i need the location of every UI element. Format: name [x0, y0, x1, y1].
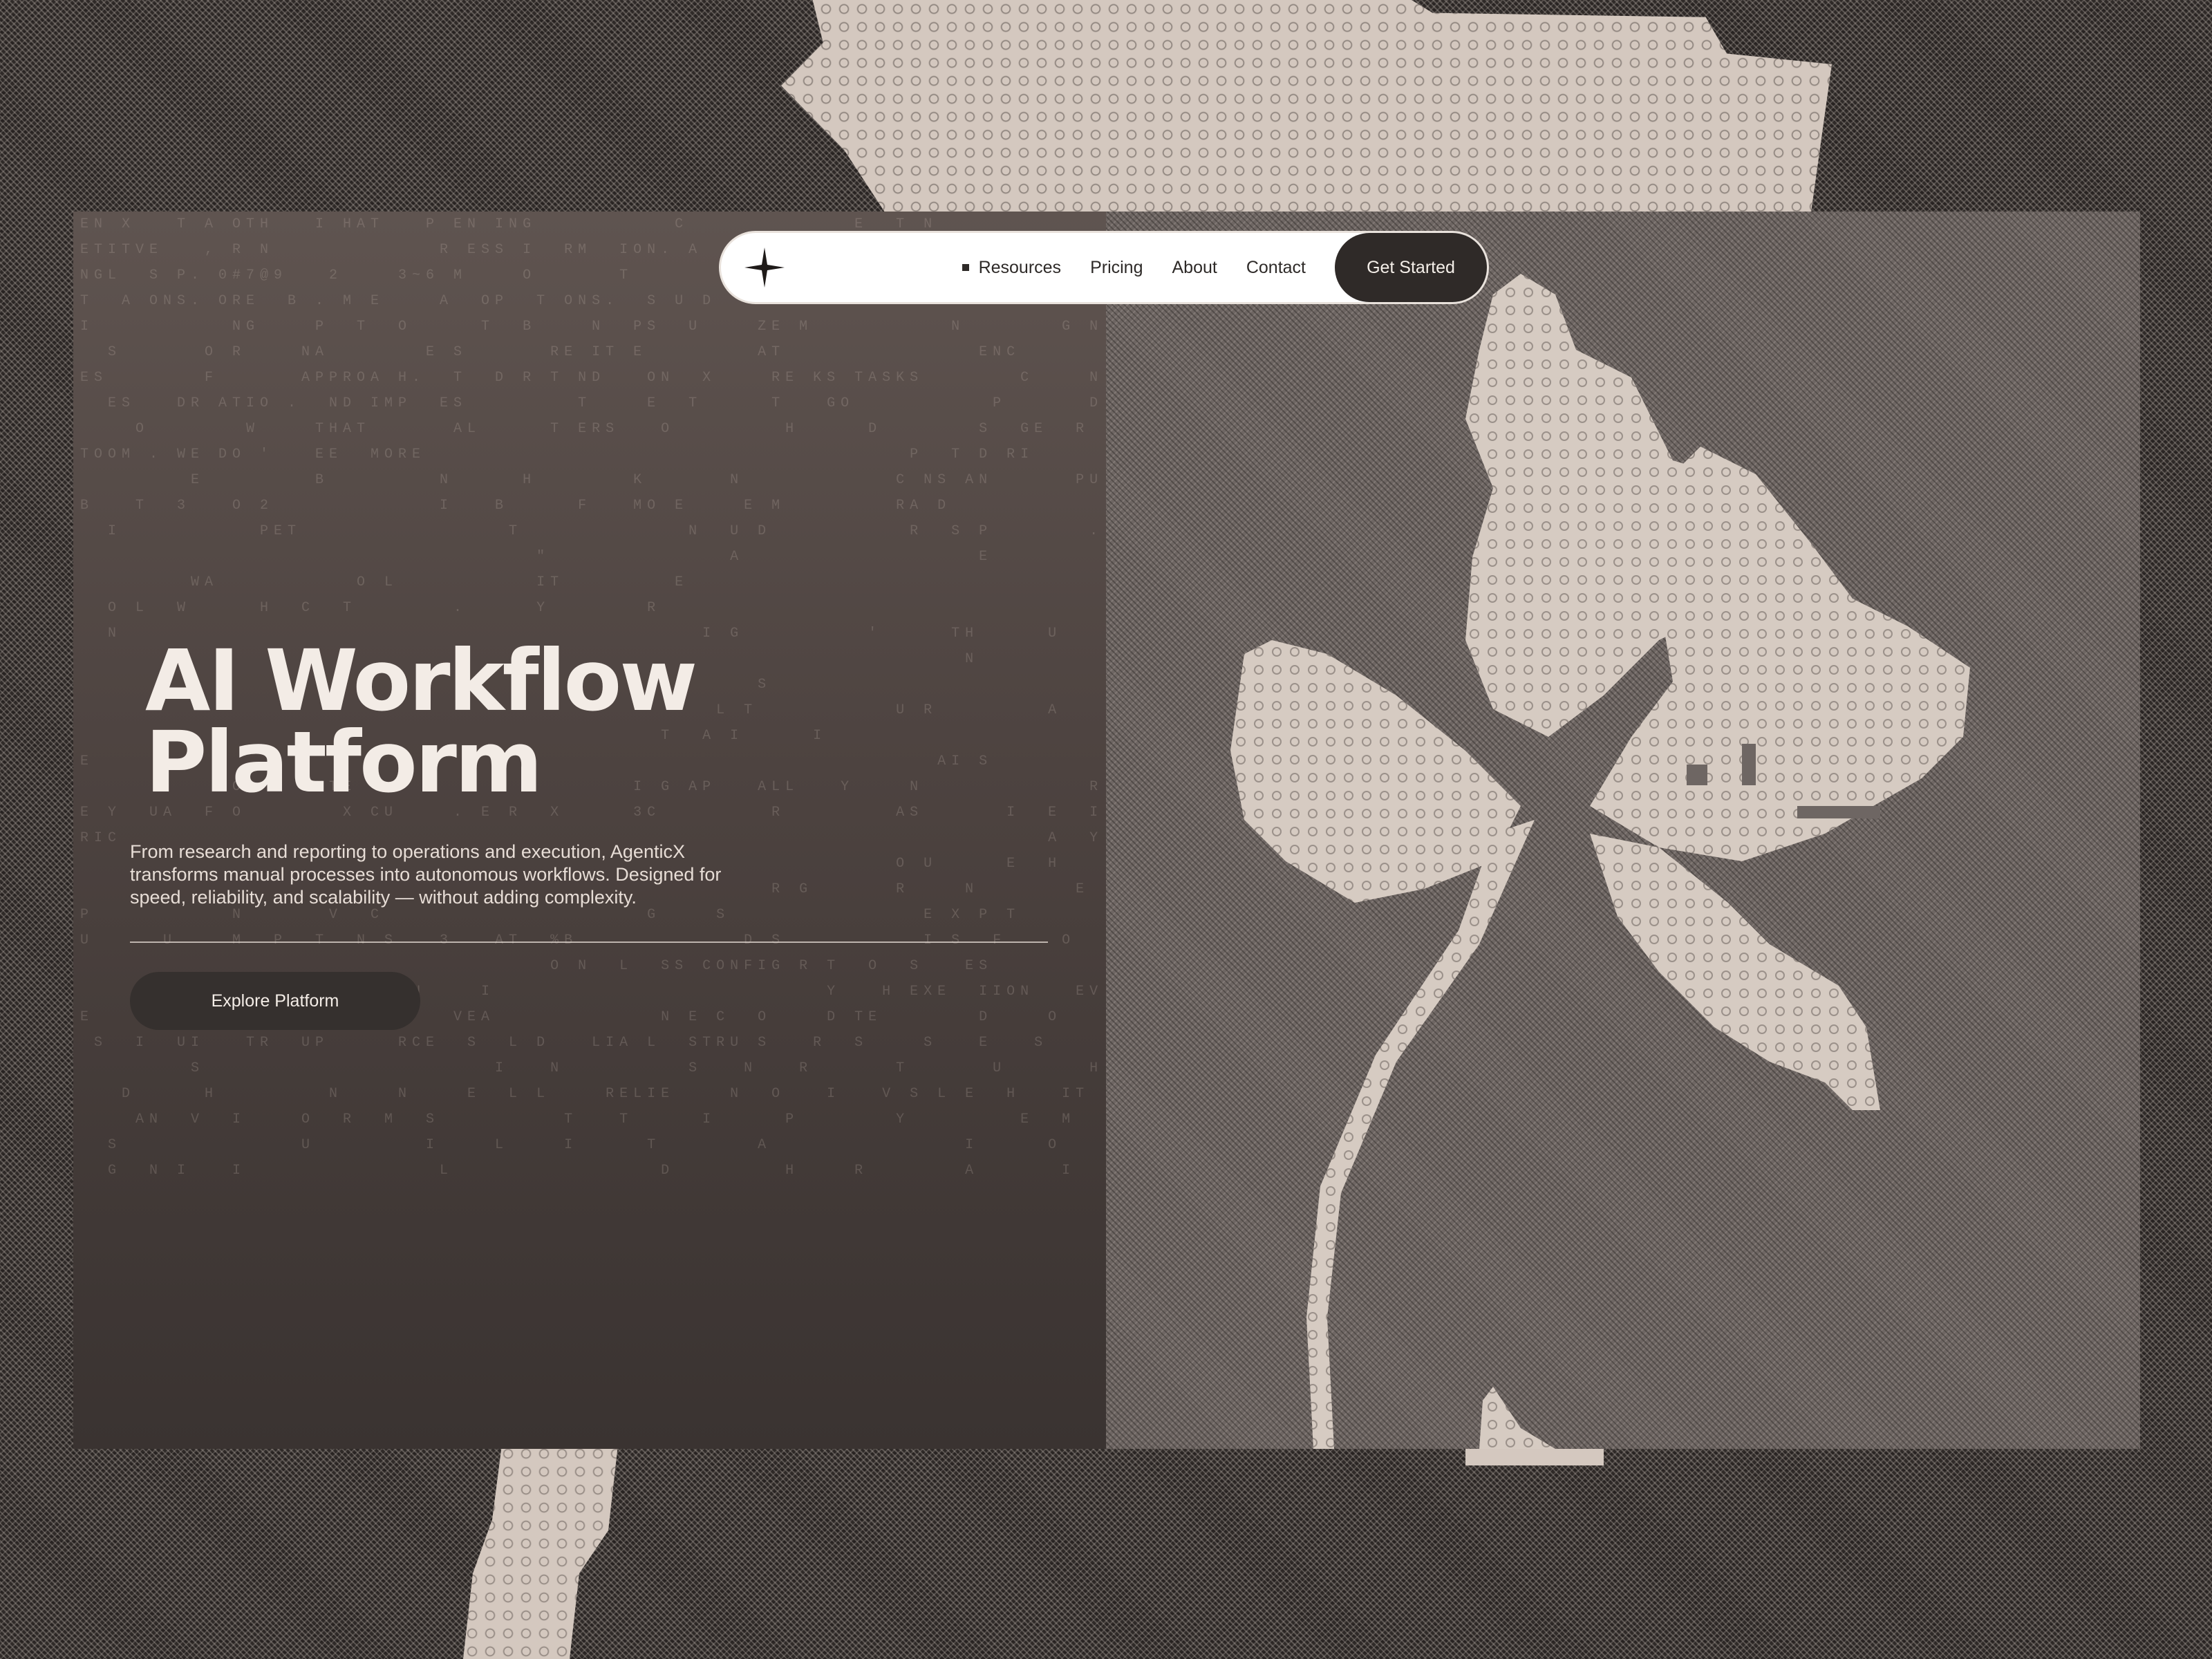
flower-fragment-bottom — [463, 1445, 618, 1659]
hero-left-panel: EN X T A OTH I HAT P EN ING C E T N O D … — [73, 212, 1106, 1449]
square-bullet-icon — [962, 264, 969, 271]
explore-platform-button[interactable]: Explore Platform — [130, 972, 420, 1030]
hero-image-panel — [1106, 212, 2140, 1449]
top-navbar: Resources Pricing About Contact Get Star… — [719, 231, 1489, 304]
divider-line — [130, 941, 1048, 943]
nav-item-resources[interactable]: Resources — [962, 257, 1062, 278]
nav-item-contact[interactable]: Contact — [1246, 258, 1306, 278]
nav-item-pricing[interactable]: Pricing — [1090, 258, 1143, 278]
hero-title: AI Workflow Platform — [145, 632, 697, 812]
hero-card: EN X T A OTH I HAT P EN ING C E T N O D … — [73, 212, 2140, 1449]
nav-item-label: Resources — [978, 257, 1062, 277]
hero-description: From research and reporting to operation… — [130, 841, 722, 908]
pixel-flower-illustration — [1230, 274, 1970, 1449]
four-point-star-icon[interactable] — [742, 245, 787, 290]
nav-links: Resources Pricing About Contact Get Star… — [962, 233, 1487, 302]
nav-item-about[interactable]: About — [1172, 258, 1217, 278]
get-started-button[interactable]: Get Started — [1335, 233, 1487, 302]
flower-fragment-top — [781, 0, 1832, 214]
